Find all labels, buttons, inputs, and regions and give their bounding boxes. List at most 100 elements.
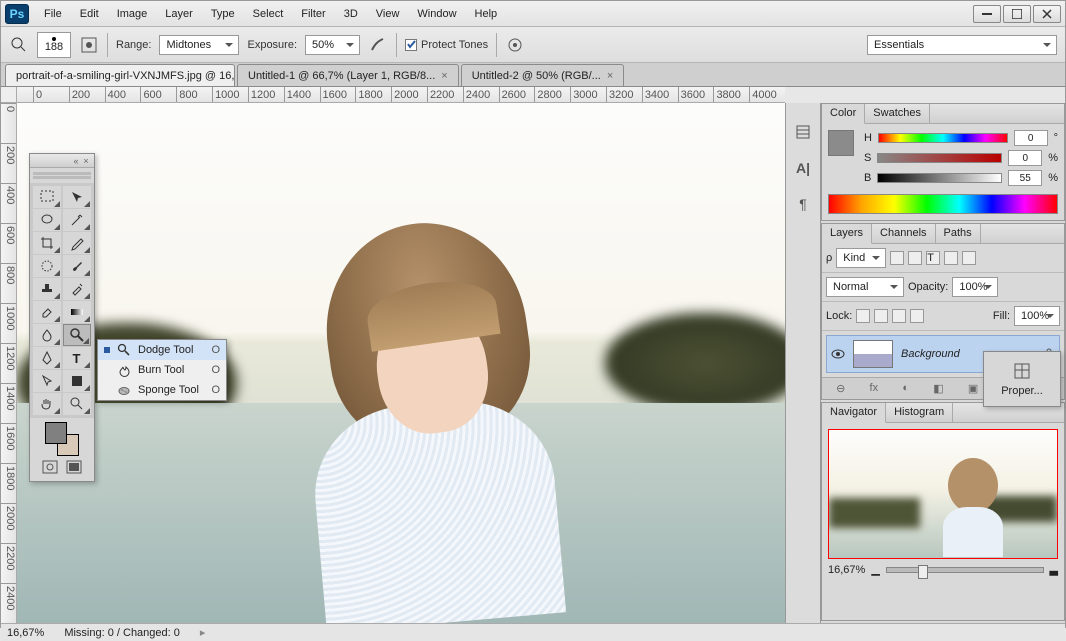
tab-navigator[interactable]: Navigator: [822, 403, 886, 423]
blur-tool[interactable]: [33, 324, 61, 346]
menu-image[interactable]: Image: [108, 2, 157, 26]
lock-transparent-icon[interactable]: [856, 309, 870, 323]
mask-icon[interactable]: ◐: [902, 382, 909, 395]
workspace-dropdown[interactable]: Essentials: [867, 35, 1057, 55]
brush-tool[interactable]: [63, 255, 91, 277]
group-icon[interactable]: ▣: [968, 382, 978, 395]
ruler-origin[interactable]: [1, 87, 17, 103]
flyout-dodge[interactable]: Dodge ToolO: [98, 340, 226, 360]
menu-3d[interactable]: 3D: [335, 2, 367, 26]
navigator-proxy[interactable]: [828, 429, 1058, 559]
protect-tones-checkbox[interactable]: Protect Tones: [405, 39, 488, 51]
toolbox[interactable]: «× T: [29, 153, 95, 482]
healing-tool[interactable]: [33, 255, 61, 277]
foreground-swatch[interactable]: [828, 130, 854, 156]
quick-mask-icon[interactable]: [42, 460, 58, 477]
ruler-horizontal[interactable]: 0200400600800100012001400160018002000220…: [17, 87, 785, 103]
layer-filter-kind[interactable]: Kind: [836, 248, 886, 268]
paragraph-icon[interactable]: ¶: [794, 195, 812, 213]
brush-panel-toggle-icon[interactable]: [79, 35, 99, 55]
hand-tool[interactable]: [33, 393, 61, 415]
filter-smart-icon[interactable]: [962, 251, 976, 265]
layer-thumbnail[interactable]: [853, 340, 893, 368]
zoom-slider[interactable]: [886, 567, 1044, 573]
ruler-vertical[interactable]: 0200400600800100012001400160018002000220…: [1, 103, 17, 623]
history-brush-tool[interactable]: [63, 278, 91, 300]
brush-preset[interactable]: 188: [37, 32, 71, 58]
sat-input[interactable]: [1008, 150, 1042, 166]
stamp-tool[interactable]: [33, 278, 61, 300]
screen-mode-icon[interactable]: [66, 460, 82, 477]
dodge-tool[interactable]: [63, 324, 91, 346]
exposure-dropdown[interactable]: 50%: [305, 35, 360, 55]
color-swatches[interactable]: [45, 422, 79, 456]
window-close[interactable]: [1033, 5, 1061, 23]
fx-icon[interactable]: fx: [870, 382, 879, 395]
menu-filter[interactable]: Filter: [292, 2, 334, 26]
window-maximize[interactable]: [1003, 5, 1031, 23]
rect-marquee-tool[interactable]: [33, 186, 61, 208]
tab-doc-1[interactable]: portrait-of-a-smiling-girl-VXNJMFS.jpg @…: [5, 64, 235, 86]
spectrum-ramp[interactable]: [828, 194, 1058, 214]
path-select-tool[interactable]: [33, 370, 61, 392]
eyedropper-tool[interactable]: [63, 232, 91, 254]
tab-doc-3[interactable]: Untitled-2 @ 50% (RGB/...×: [461, 64, 625, 86]
properties-collapsed[interactable]: Proper...: [983, 351, 1061, 407]
zoom-tool[interactable]: [63, 393, 91, 415]
lock-all-icon[interactable]: [910, 309, 924, 323]
menu-type[interactable]: Type: [202, 2, 244, 26]
pressure-icon[interactable]: [505, 35, 525, 55]
bri-slider[interactable]: [877, 173, 1002, 183]
zoom-in-icon[interactable]: ▃: [1050, 563, 1058, 576]
tab-paths[interactable]: Paths: [936, 224, 981, 243]
filter-pixel-icon[interactable]: [890, 251, 904, 265]
pen-tool[interactable]: [33, 347, 61, 369]
move-tool[interactable]: [63, 186, 91, 208]
crop-tool[interactable]: [33, 232, 61, 254]
menu-help[interactable]: Help: [466, 2, 507, 26]
lock-position-icon[interactable]: [892, 309, 906, 323]
link-icon[interactable]: ⊖: [836, 382, 845, 395]
hue-input[interactable]: [1014, 130, 1048, 146]
status-zoom[interactable]: 16,67%: [7, 627, 44, 639]
bri-input[interactable]: [1008, 170, 1042, 186]
toolbox-close-icon[interactable]: ×: [81, 156, 91, 166]
magic-wand-tool[interactable]: [63, 209, 91, 231]
shape-tool[interactable]: [63, 370, 91, 392]
blend-mode-dropdown[interactable]: Normal: [826, 277, 904, 297]
window-minimize[interactable]: [973, 5, 1001, 23]
adjustment-icon[interactable]: ◧: [933, 382, 943, 395]
close-icon[interactable]: ×: [441, 70, 447, 82]
tab-histogram[interactable]: Histogram: [886, 403, 953, 422]
tab-swatches[interactable]: Swatches: [865, 104, 930, 123]
airbrush-icon[interactable]: [368, 35, 388, 55]
gradient-tool[interactable]: [63, 301, 91, 323]
tool-preset-icon[interactable]: [9, 35, 29, 55]
menu-file[interactable]: File: [35, 2, 71, 26]
tab-layers[interactable]: Layers: [822, 224, 872, 244]
fill-dropdown[interactable]: 100%: [1014, 306, 1060, 326]
zoom-out-icon[interactable]: ▁: [871, 563, 879, 576]
filter-adjust-icon[interactable]: [908, 251, 922, 265]
lasso-tool[interactable]: [33, 209, 61, 231]
close-icon[interactable]: ×: [607, 70, 613, 82]
filter-shape-icon[interactable]: [944, 251, 958, 265]
flyout-burn[interactable]: Burn ToolO: [98, 360, 226, 380]
flyout-sponge[interactable]: Sponge ToolO: [98, 380, 226, 400]
history-icon[interactable]: [794, 123, 812, 141]
type-tool[interactable]: T: [63, 347, 91, 369]
menu-window[interactable]: Window: [408, 2, 465, 26]
character-icon[interactable]: A|: [794, 159, 812, 177]
tab-color[interactable]: Color: [822, 104, 865, 124]
lock-pixels-icon[interactable]: [874, 309, 888, 323]
menu-view[interactable]: View: [367, 2, 409, 26]
range-dropdown[interactable]: Midtones: [159, 35, 239, 55]
hue-slider[interactable]: [878, 133, 1008, 143]
eraser-tool[interactable]: [33, 301, 61, 323]
toolbox-collapse-icon[interactable]: «: [71, 156, 81, 166]
tab-doc-2[interactable]: Untitled-1 @ 66,7% (Layer 1, RGB/8...×: [237, 64, 459, 86]
filter-type-icon[interactable]: T: [926, 251, 940, 265]
visibility-icon[interactable]: [831, 347, 845, 361]
sat-slider[interactable]: [877, 153, 1002, 163]
status-missing[interactable]: Missing: 0 / Changed: 0: [64, 627, 180, 639]
